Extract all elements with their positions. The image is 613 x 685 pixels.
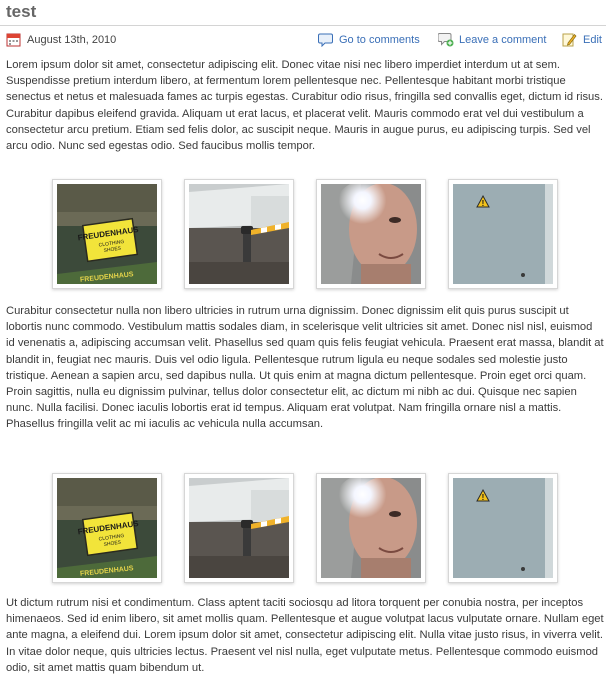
gallery-thumbnail-barrier[interactable]: [184, 179, 294, 289]
add-comment-icon: [437, 32, 454, 47]
speech-bubble-icon: [318, 32, 333, 48]
post-paragraph: Ut dictum rutrum nisi et condimentum. Cl…: [6, 597, 604, 674]
gallery-thumbnail-face[interactable]: [316, 473, 426, 583]
title-divider: [0, 25, 606, 26]
gallery-thumbnail-barrier[interactable]: [184, 473, 294, 583]
gallery-thumbnail-warning-door[interactable]: !: [448, 473, 558, 583]
face-photo: [321, 184, 421, 284]
barrier-photo: [189, 478, 289, 578]
edit-link[interactable]: Edit: [562, 32, 602, 47]
post-date-text: August 13th, 2010: [27, 33, 117, 46]
go-to-comments-link[interactable]: Go to comments: [318, 32, 420, 48]
edit-label[interactable]: Edit: [583, 34, 602, 46]
shop-sign-photo: FREUDENHAUS CLOTHING SHOES FREUDENHAUS: [57, 478, 157, 578]
svg-text:!: !: [482, 493, 485, 502]
calendar-icon: [6, 32, 21, 47]
warning-door-photo: !: [453, 478, 553, 578]
post-title[interactable]: test: [6, 1, 36, 23]
barrier-photo: [189, 184, 289, 284]
gallery-thumbnail-face[interactable]: [316, 179, 426, 289]
post-meta: August 13th, 2010 Go to comments Leave a…: [0, 30, 606, 50]
post-paragraph: Lorem ipsum dolor sit amet, consectetur …: [6, 59, 603, 153]
gallery-thumbnail-warning-door[interactable]: !: [448, 179, 558, 289]
post-paragraph: Curabitur consectetur nulla non libero u…: [6, 305, 604, 431]
gallery-thumbnail-shop-sign[interactable]: FREUDENHAUS CLOTHING SHOES FREUDENHAUS: [52, 473, 162, 583]
svg-text:!: !: [482, 199, 485, 208]
image-gallery: FREUDENHAUS CLOTHING SHOES FREUDENHAUS !: [0, 473, 613, 583]
face-photo: [321, 478, 421, 578]
leave-comment-link[interactable]: Leave a comment: [437, 32, 546, 47]
leave-comment-label[interactable]: Leave a comment: [459, 34, 546, 46]
post-date: August 13th, 2010: [6, 32, 116, 47]
gallery-thumbnail-shop-sign[interactable]: FREUDENHAUS CLOTHING SHOES FREUDENHAUS: [52, 179, 162, 289]
warning-door-photo: !: [453, 184, 553, 284]
shop-sign-photo: FREUDENHAUS CLOTHING SHOES FREUDENHAUS: [57, 184, 157, 284]
image-gallery: FREUDENHAUS CLOTHING SHOES FREUDENHAUS !: [0, 179, 613, 289]
go-to-comments-label[interactable]: Go to comments: [339, 34, 420, 46]
pencil-icon: [562, 32, 577, 47]
